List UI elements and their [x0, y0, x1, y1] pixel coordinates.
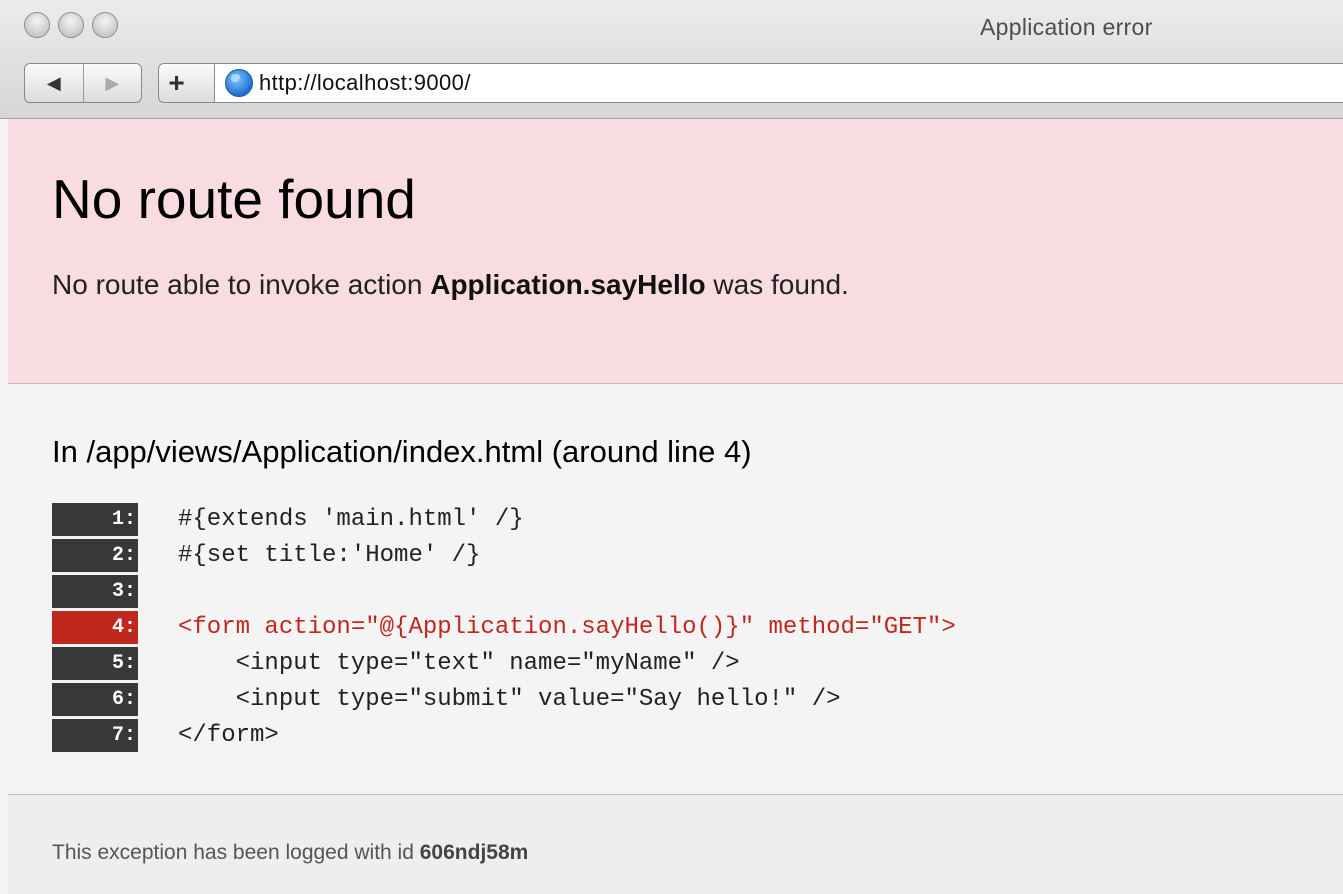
code-listing: 1: #{extends 'main.html' /} 2: #{set tit…	[52, 501, 956, 753]
error-header: No route found No route able to invoke a…	[8, 119, 1343, 384]
navigation-buttons: ◀ ▶	[24, 63, 142, 103]
code-line: 6: <input type="submit" value="Say hello…	[52, 681, 956, 717]
browser-window: Application error ◀ ▶ + http://localhost…	[0, 0, 1343, 894]
code-line: 3:	[52, 573, 956, 609]
line-number: 2:	[52, 538, 138, 572]
code-line: 1: #{extends 'main.html' /}	[52, 501, 956, 537]
log-message: This exception has been logged with id 6…	[52, 841, 528, 865]
back-button[interactable]: ◀	[25, 64, 84, 102]
source-section: In /app/views/Application/index.html (ar…	[8, 384, 1343, 795]
add-bookmark-button[interactable]: +	[158, 63, 214, 103]
error-message-suffix: was found.	[705, 269, 849, 300]
line-number: 4:	[52, 610, 138, 644]
code-line: 5: <input type="text" name="myName" />	[52, 645, 956, 681]
close-window-button[interactable]	[24, 12, 50, 38]
line-number: 1:	[52, 502, 138, 536]
url-text[interactable]: http://localhost:9000/	[259, 70, 471, 96]
line-code: <input type="submit" value="Say hello!" …	[178, 685, 841, 713]
line-code: </form>	[178, 721, 279, 749]
highlighted-code-line: 4: <form action="@{Application.sayHello(…	[52, 609, 956, 645]
footer: This exception has been logged with id 6…	[8, 795, 1343, 894]
forward-button[interactable]: ▶	[84, 64, 142, 102]
error-message: No route able to invoke action Applicati…	[52, 269, 849, 301]
error-action-name: Application.sayHello	[430, 269, 706, 300]
line-code: #{set title:'Home' /}	[178, 541, 481, 569]
line-code: <form action="@{Application.sayHello()}"…	[178, 613, 956, 641]
line-number: 5:	[52, 646, 138, 680]
minimize-window-button[interactable]	[58, 12, 84, 38]
log-message-prefix: This exception has been logged with id	[52, 841, 420, 864]
line-code: <input type="text" name="myName" />	[178, 649, 740, 677]
zoom-window-button[interactable]	[92, 12, 118, 38]
line-number: 7:	[52, 718, 138, 752]
window-title: Application error	[980, 14, 1153, 40]
line-number: 6:	[52, 682, 138, 716]
error-message-prefix: No route able to invoke action	[52, 269, 431, 300]
source-location-title: In /app/views/Application/index.html (ar…	[52, 434, 752, 469]
plus-icon: +	[168, 67, 185, 98]
line-code: #{extends 'main.html' /}	[178, 505, 524, 533]
code-line: 7: </form>	[52, 717, 956, 753]
globe-icon	[225, 69, 253, 97]
back-arrow-icon: ◀	[46, 72, 61, 93]
browser-toolbar: Application error ◀ ▶ + http://localhost…	[0, 0, 1343, 119]
code-line: 2: #{set title:'Home' /}	[52, 537, 956, 573]
error-title: No route found	[52, 168, 416, 230]
line-number: 3:	[52, 574, 138, 608]
forward-arrow-icon: ▶	[105, 72, 120, 93]
address-bar[interactable]: http://localhost:9000/	[214, 63, 1343, 103]
log-id: 606ndj58m	[419, 841, 529, 864]
